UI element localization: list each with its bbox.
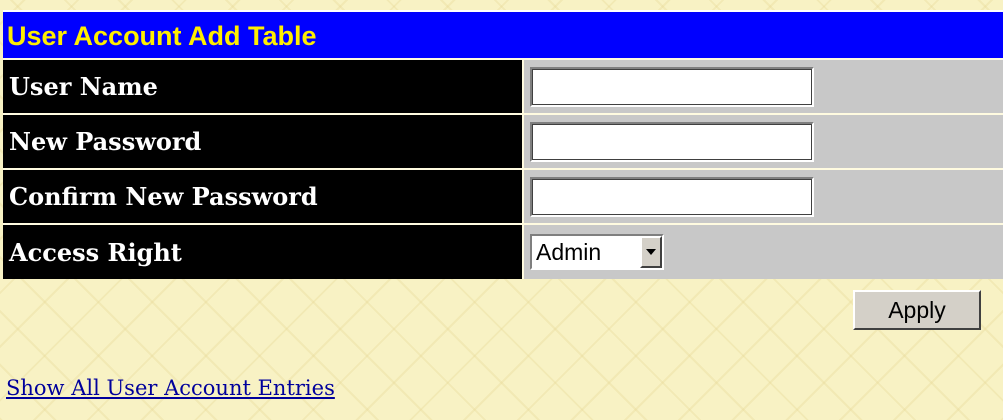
new-password-cell <box>523 113 1003 169</box>
form-row-new-password: New Password <box>3 113 1003 169</box>
form-row-confirm-password: Confirm New Password <box>3 168 1003 224</box>
table-title: User Account Add Table <box>3 10 1003 58</box>
new-password-input[interactable] <box>530 121 814 162</box>
chevron-down-icon[interactable] <box>640 236 662 268</box>
apply-button[interactable]: Apply <box>853 290 981 330</box>
form-row-user-name: User Name <box>3 58 1003 114</box>
access-right-label: Access Right <box>3 223 524 279</box>
user-name-input[interactable] <box>530 66 814 107</box>
confirm-password-label: Confirm New Password <box>3 168 524 224</box>
form-row-access-right: Access Right Admin <box>3 223 1003 279</box>
show-all-user-accounts-link[interactable]: Show All User Account Entries <box>6 376 335 400</box>
user-account-add-panel: User Account Add Table User Name New Pas… <box>3 10 1003 279</box>
user-name-label: User Name <box>3 58 524 114</box>
confirm-password-cell <box>523 168 1003 224</box>
new-password-label: New Password <box>3 113 524 169</box>
access-right-selected-value: Admin <box>536 239 602 265</box>
user-name-cell <box>523 58 1003 114</box>
access-right-cell: Admin <box>523 223 1003 279</box>
access-right-select[interactable]: Admin <box>530 234 664 270</box>
user-account-form-table: User Name New Password Confirm New Passw… <box>3 58 1003 279</box>
confirm-password-input[interactable] <box>530 176 814 217</box>
